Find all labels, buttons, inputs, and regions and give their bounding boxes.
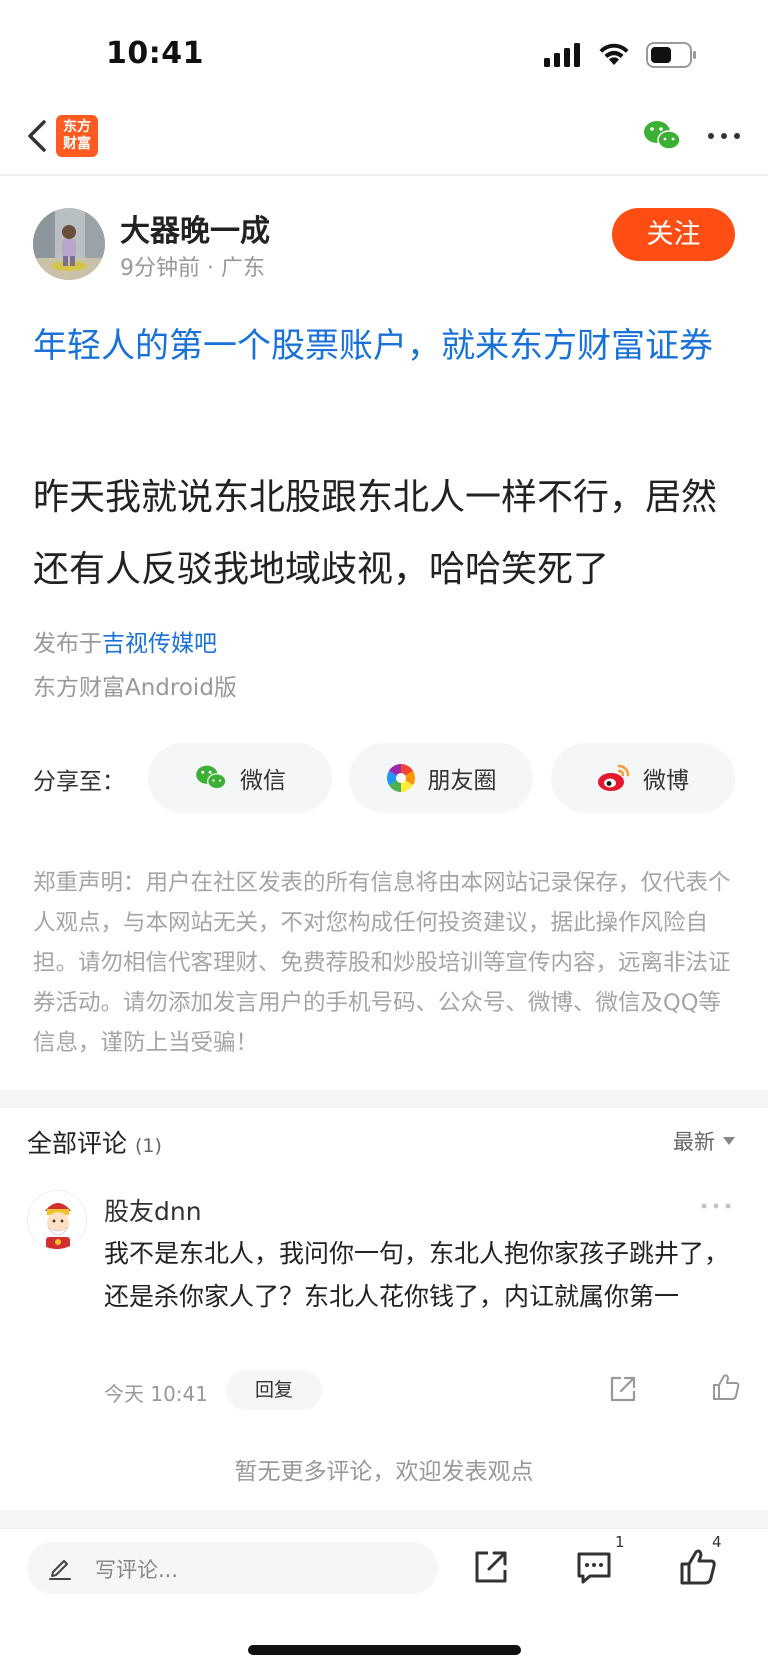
home-indicator[interactable] (248, 1645, 521, 1655)
post-location: 广东 (221, 256, 266, 281)
reply-button[interactable]: 回复 (226, 1370, 322, 1410)
sort-dropdown[interactable]: 最新 (673, 1126, 735, 1156)
like-icon[interactable] (678, 1547, 718, 1587)
share-wechat-label: 微信 (240, 768, 286, 794)
share-moments-button[interactable]: 朋友圈 (349, 743, 533, 813)
caret-down-icon (723, 1137, 735, 1145)
post-body: 昨天我就说东北股跟东北人一样不行，居然还有人反驳我地域歧视，哈哈笑死了 (33, 477, 718, 590)
published-in: 发布于吉视传媒吧 (33, 624, 217, 658)
author-name[interactable]: 大器晚一成 (120, 206, 270, 250)
signal-icon (544, 43, 580, 67)
comment-text: 我不是东北人，我问你一句，东北人抱你家孩子跳井了，还是杀你家人了？东北人花你钱了… (104, 1239, 730, 1311)
status-icons (544, 42, 698, 68)
section-divider (0, 1090, 768, 1108)
battery-icon (646, 42, 696, 68)
author-row: 大器晚一成 9分钟前 · 广东 关注 (0, 200, 768, 290)
sort-label: 最新 (673, 1130, 715, 1154)
share-moments-label: 朋友圈 (427, 768, 497, 794)
comment-time: 今天 10:41 (104, 1382, 208, 1406)
ad-title-link[interactable]: 年轻人的第一个股票账户，就来东方财富证券 (33, 320, 738, 372)
commenter-avatar[interactable] (27, 1190, 87, 1250)
wifi-icon (599, 43, 629, 65)
post-time: 9分钟前 (120, 256, 200, 281)
share-label: 分享至： (33, 769, 125, 795)
status-bar: 10:41 (0, 0, 768, 100)
share-weibo-label: 微博 (643, 768, 689, 794)
disclaimer-text: 郑重声明：用户在社区发表的所有信息将由本网站记录保存，仅代表个人观点，与本网站无… (33, 870, 731, 1056)
share-weibo-button[interactable]: 微博 (551, 743, 735, 813)
comments-count: (1) (134, 1135, 162, 1157)
moments-icon (386, 764, 415, 792)
comment-more-icon[interactable] (700, 1200, 732, 1212)
bottom-divider (0, 1510, 768, 1528)
back-arrow-icon[interactable] (22, 116, 58, 156)
wechat-share-icon[interactable] (642, 118, 682, 154)
comment-like-icon[interactable] (711, 1372, 741, 1402)
share-wechat-button[interactable]: 微信 (148, 743, 332, 813)
comments-title: 全部评论 (1) (27, 1124, 162, 1160)
more-icon[interactable] (706, 126, 742, 146)
author-meta: 9分钟前 · 广东 (120, 250, 265, 282)
comment-input[interactable]: 写评论... (27, 1542, 438, 1594)
published-prefix: 发布于 (33, 631, 102, 657)
share-icon[interactable] (471, 1547, 511, 1587)
weibo-icon (598, 764, 630, 791)
nav-bar: 东方 财富 (0, 100, 768, 176)
wechat-icon (196, 765, 227, 790)
status-time: 10:41 (106, 36, 204, 71)
no-more-comments: 暂无更多评论，欢迎发表观点 (234, 1459, 534, 1485)
author-avatar[interactable] (33, 208, 105, 280)
comment-placeholder: 写评论... (95, 1558, 179, 1582)
like-count-badge: 4 (712, 1533, 722, 1551)
app-logo: 东方 财富 (56, 115, 98, 157)
meta-separator: · (207, 256, 221, 281)
commenter-name[interactable]: 股友dnn (104, 1192, 202, 1228)
bottom-bar: 写评论... 1 4 (0, 1528, 768, 1669)
comment-count-badge: 1 (615, 1533, 625, 1551)
comments-title-label: 全部评论 (27, 1129, 128, 1158)
pen-icon (49, 1560, 71, 1580)
comment-icon[interactable] (574, 1547, 614, 1587)
client-source: 东方财富Android版 (33, 675, 237, 701)
forum-link[interactable]: 吉视传媒吧 (102, 631, 217, 657)
comment-share-icon[interactable] (608, 1374, 638, 1404)
follow-button[interactable]: 关注 (612, 208, 735, 261)
